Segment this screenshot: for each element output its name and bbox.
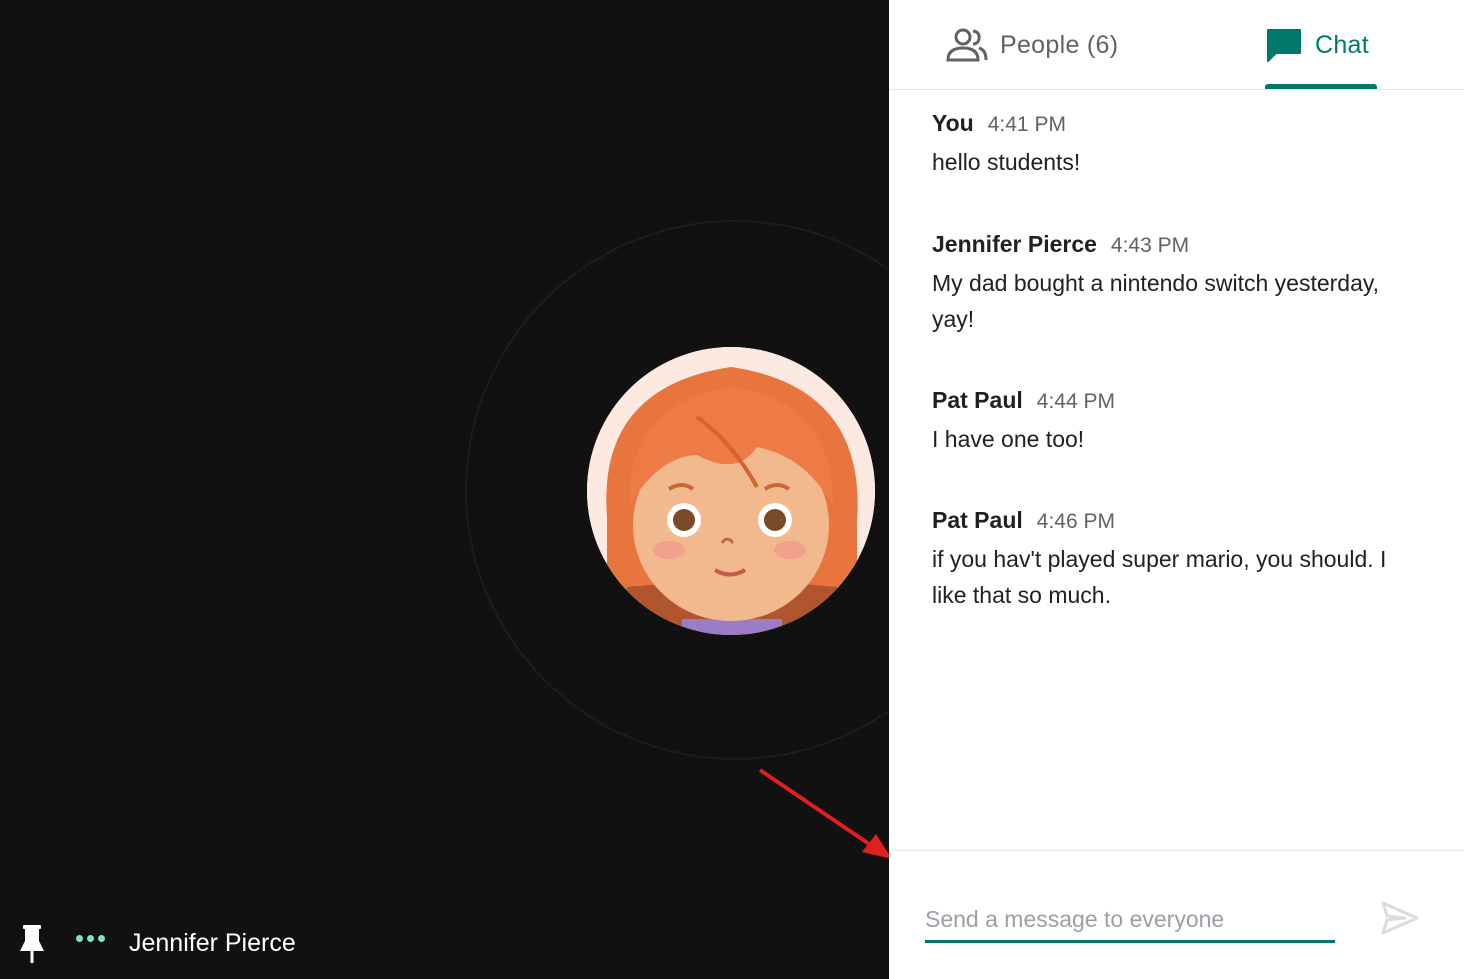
message-text: if you hav't played super mario, you sho… (932, 546, 1387, 608)
panel-tabs: People (6) Chat (889, 0, 1464, 90)
chat-icon (1267, 29, 1301, 62)
active-tab-indicator (1265, 84, 1377, 89)
message-time: 4:46 PM (1036, 510, 1115, 533)
chat-message: Pat Paul 4:46 PM if you hav't played sup… (932, 507, 1432, 613)
participant-avatar (587, 347, 875, 635)
participant-name: Jennifer Pierce (129, 929, 296, 957)
tab-people-label: People (6) (1000, 30, 1119, 59)
message-time: 4:43 PM (1110, 234, 1190, 257)
message-text: hello students! (932, 149, 1081, 175)
people-icon (946, 28, 988, 62)
tab-chat[interactable]: Chat (1265, 0, 1369, 90)
chat-message: Pat Paul 4:44 PM I have one too! (932, 387, 1432, 457)
message-time: 4:44 PM (1036, 390, 1115, 413)
annotation-arrow (758, 768, 889, 859)
message-input[interactable] (925, 899, 1335, 943)
more-options-icon[interactable] (76, 935, 105, 942)
message-author: You (932, 110, 974, 136)
message-author: Pat Paul (932, 507, 1023, 533)
message-text: I have one too! (932, 426, 1085, 452)
send-icon[interactable] (1381, 901, 1419, 935)
compose-bar (889, 850, 1464, 979)
participant-bar: Jennifer Pierce (0, 915, 889, 971)
message-author: Pat Paul (932, 387, 1023, 413)
tab-people[interactable]: People (6) (946, 0, 1118, 90)
message-text: My dad bought a nintendo switch yesterda… (932, 270, 1380, 332)
chat-message: Jennifer Pierce 4:43 PM My dad bought a … (932, 231, 1432, 337)
video-area: Jennifer Pierce (0, 0, 889, 979)
tab-chat-label: Chat (1315, 30, 1370, 59)
side-panel: People (6) Chat You 4:41 PM hello studen… (889, 0, 1464, 979)
message-author: Jennifer Pierce (932, 231, 1097, 257)
pin-icon[interactable] (18, 925, 46, 965)
chat-message: You 4:41 PM hello students! (932, 110, 1432, 180)
message-time: 4:41 PM (987, 113, 1066, 136)
